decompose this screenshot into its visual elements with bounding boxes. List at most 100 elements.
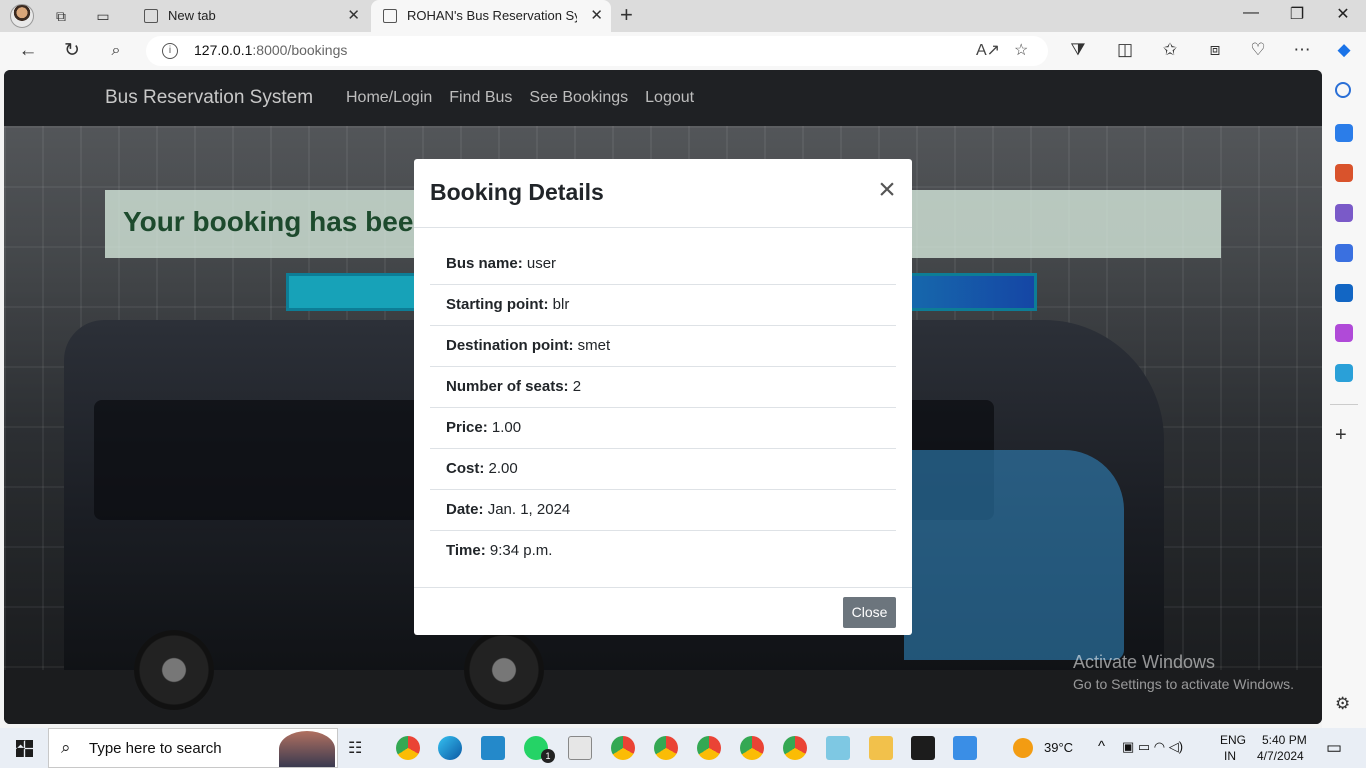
sidebar-games-icon[interactable] — [1335, 204, 1353, 222]
split-screen-icon[interactable]: ◫ — [1113, 40, 1137, 60]
field-label: Number of seats: — [446, 378, 569, 395]
sidebar-settings-gear-icon[interactable]: ⚙ — [1335, 694, 1350, 714]
browser-essentials-icon[interactable]: ♡ — [1246, 40, 1270, 60]
url-text[interactable]: 127.0.0.1:8000/bookings — [194, 42, 347, 58]
chrome-profile-icon[interactable] — [611, 736, 635, 760]
edge-icon[interactable] — [438, 736, 462, 760]
tab-close-icon[interactable]: ✕ — [590, 0, 603, 32]
field-label: Bus name: — [446, 255, 523, 272]
activate-windows-subtitle: Go to Settings to activate Windows. — [1073, 676, 1294, 692]
field-value: 9:34 p.m. — [489, 542, 553, 559]
collections-icon[interactable]: ⧈ — [1203, 40, 1227, 60]
vscode-icon[interactable] — [481, 736, 505, 760]
nav-home-login[interactable]: Home/Login — [346, 89, 432, 107]
lang-line1[interactable]: ENG — [1220, 733, 1246, 747]
field-price: Price: 1.00 — [430, 408, 896, 449]
field-label: Starting point: — [446, 296, 549, 313]
field-value: blr — [552, 296, 570, 313]
notification-icon[interactable]: ▭ — [1326, 738, 1342, 758]
restore-icon[interactable]: ❐ — [1282, 4, 1312, 24]
sidebar-drop-icon[interactable] — [1335, 364, 1353, 382]
refresh-icon[interactable]: ↻ — [60, 39, 84, 63]
edge-sidebar: + ⚙ — [1322, 70, 1366, 728]
field-label: Date: — [446, 501, 484, 518]
sidebar-search-icon[interactable] — [1335, 82, 1351, 98]
windows-taskbar: ⌕ Type here to search ☷ 1 39°C ^ ▣ ▭ ◠ ◁… — [0, 728, 1366, 768]
modal-title: Booking Details — [430, 179, 604, 205]
field-cost: Cost: 2.00 — [430, 449, 896, 490]
paint-icon[interactable] — [953, 736, 977, 760]
nav-logout[interactable]: Logout — [645, 89, 694, 107]
tab-actions-icon[interactable]: ▭ — [92, 6, 114, 26]
more-menu-icon[interactable]: ⋯ — [1290, 40, 1314, 60]
field-label: Time: — [446, 542, 486, 559]
chrome-profile-icon[interactable] — [654, 736, 678, 760]
file-explorer-icon[interactable] — [869, 736, 893, 760]
tab-label: New tab — [168, 8, 216, 23]
modal-header: Booking Details × — [414, 159, 912, 228]
field-date: Date: Jan. 1, 2024 — [430, 490, 896, 531]
chrome-profile-icon[interactable] — [697, 736, 721, 760]
new-tab-plus-icon[interactable]: + — [620, 2, 633, 28]
close-button[interactable]: Close — [843, 597, 896, 628]
minimize-icon[interactable]: — — [1236, 4, 1266, 22]
field-starting-point: Starting point: blr — [430, 285, 896, 326]
page-icon — [383, 9, 397, 23]
sidebar-designer-icon[interactable] — [1335, 324, 1353, 342]
nav-find-bus[interactable]: Find Bus — [449, 89, 512, 107]
extensions-icon[interactable]: ⧩ — [1066, 40, 1090, 60]
tab-new-tab[interactable]: New tab ✕ — [132, 0, 368, 32]
nav-links: Home/Login Find Bus See Bookings Logout — [346, 89, 694, 107]
back-icon[interactable]: ← — [16, 39, 40, 63]
site-brand[interactable]: Bus Reservation System — [105, 87, 313, 109]
field-label: Destination point: — [446, 337, 574, 354]
taskbar-search-icon: ⌕ — [61, 738, 71, 757]
tray-chevron-up-icon[interactable]: ^ — [1098, 738, 1105, 755]
field-value: 2 — [572, 378, 582, 395]
site-navbar: Bus Reservation System Home/Login Find B… — [4, 70, 1322, 126]
activate-windows-title: Activate Windows — [1073, 652, 1216, 672]
bus-front — [904, 450, 1124, 660]
window-close-icon[interactable]: ✕ — [1328, 4, 1358, 24]
workspaces-icon[interactable]: ⧉ — [50, 6, 72, 26]
sidebar-outlook-icon[interactable] — [1335, 284, 1353, 302]
nav-see-bookings[interactable]: See Bookings — [529, 89, 628, 107]
clock-time[interactable]: 5:40 PM — [1262, 733, 1307, 747]
document-app-icon[interactable] — [568, 736, 592, 760]
search-icon[interactable]: ⌕ — [104, 39, 128, 63]
terminal-icon[interactable] — [911, 736, 935, 760]
read-aloud-icon[interactable]: A↗ — [976, 40, 1000, 60]
taskbar-search-placeholder: Type here to search — [89, 740, 222, 757]
field-value: smet — [577, 337, 611, 354]
sidebar-shopping-icon[interactable] — [1335, 124, 1353, 142]
taskbar-search-box[interactable]: ⌕ Type here to search — [48, 728, 338, 768]
notepad-icon[interactable] — [826, 736, 850, 760]
sidebar-tools-icon[interactable] — [1335, 164, 1353, 182]
newtab-page-icon — [144, 9, 158, 23]
profile-avatar[interactable] — [10, 4, 34, 28]
clock-date[interactable]: 4/7/2024 — [1257, 749, 1304, 763]
address-toolbar: ← ↻ ⌕ i 127.0.0.1:8000/bookings A↗ ☆ ⧩ ◫… — [0, 32, 1366, 70]
favorite-star-icon[interactable]: ☆ — [1014, 40, 1028, 60]
field-time: Time: 9:34 p.m. — [430, 531, 896, 572]
sidebar-add-icon[interactable]: + — [1335, 424, 1347, 447]
lang-line2[interactable]: IN — [1224, 749, 1236, 763]
weather-temp[interactable]: 39°C — [1044, 740, 1073, 755]
tab-bus-reservation[interactable]: ROHAN's Bus Reservation System ✕ — [371, 0, 611, 32]
modal-close-x-icon[interactable]: × — [874, 175, 900, 205]
tray-network-icons[interactable]: ▣ ▭ ◠ ◁) — [1122, 739, 1183, 755]
tab-close-icon[interactable]: ✕ — [347, 0, 360, 32]
weather-sun-icon[interactable] — [1013, 738, 1033, 758]
search-highlight-image — [279, 731, 335, 767]
windows-start-icon[interactable] — [16, 740, 33, 757]
url-bar[interactable]: i 127.0.0.1:8000/bookings A↗ ☆ — [146, 36, 1048, 66]
bus-wheel — [134, 630, 214, 710]
chrome-profile-icon[interactable] — [740, 736, 764, 760]
chrome-icon[interactable] — [396, 736, 420, 760]
favorites-icon[interactable]: ✩ — [1158, 40, 1182, 60]
chrome-profile-icon[interactable] — [783, 736, 807, 760]
copilot-icon[interactable]: ◆ — [1332, 40, 1356, 60]
site-info-icon[interactable]: i — [162, 43, 178, 59]
sidebar-m365-icon[interactable] — [1335, 244, 1353, 262]
task-view-icon[interactable]: ☷ — [348, 738, 362, 758]
